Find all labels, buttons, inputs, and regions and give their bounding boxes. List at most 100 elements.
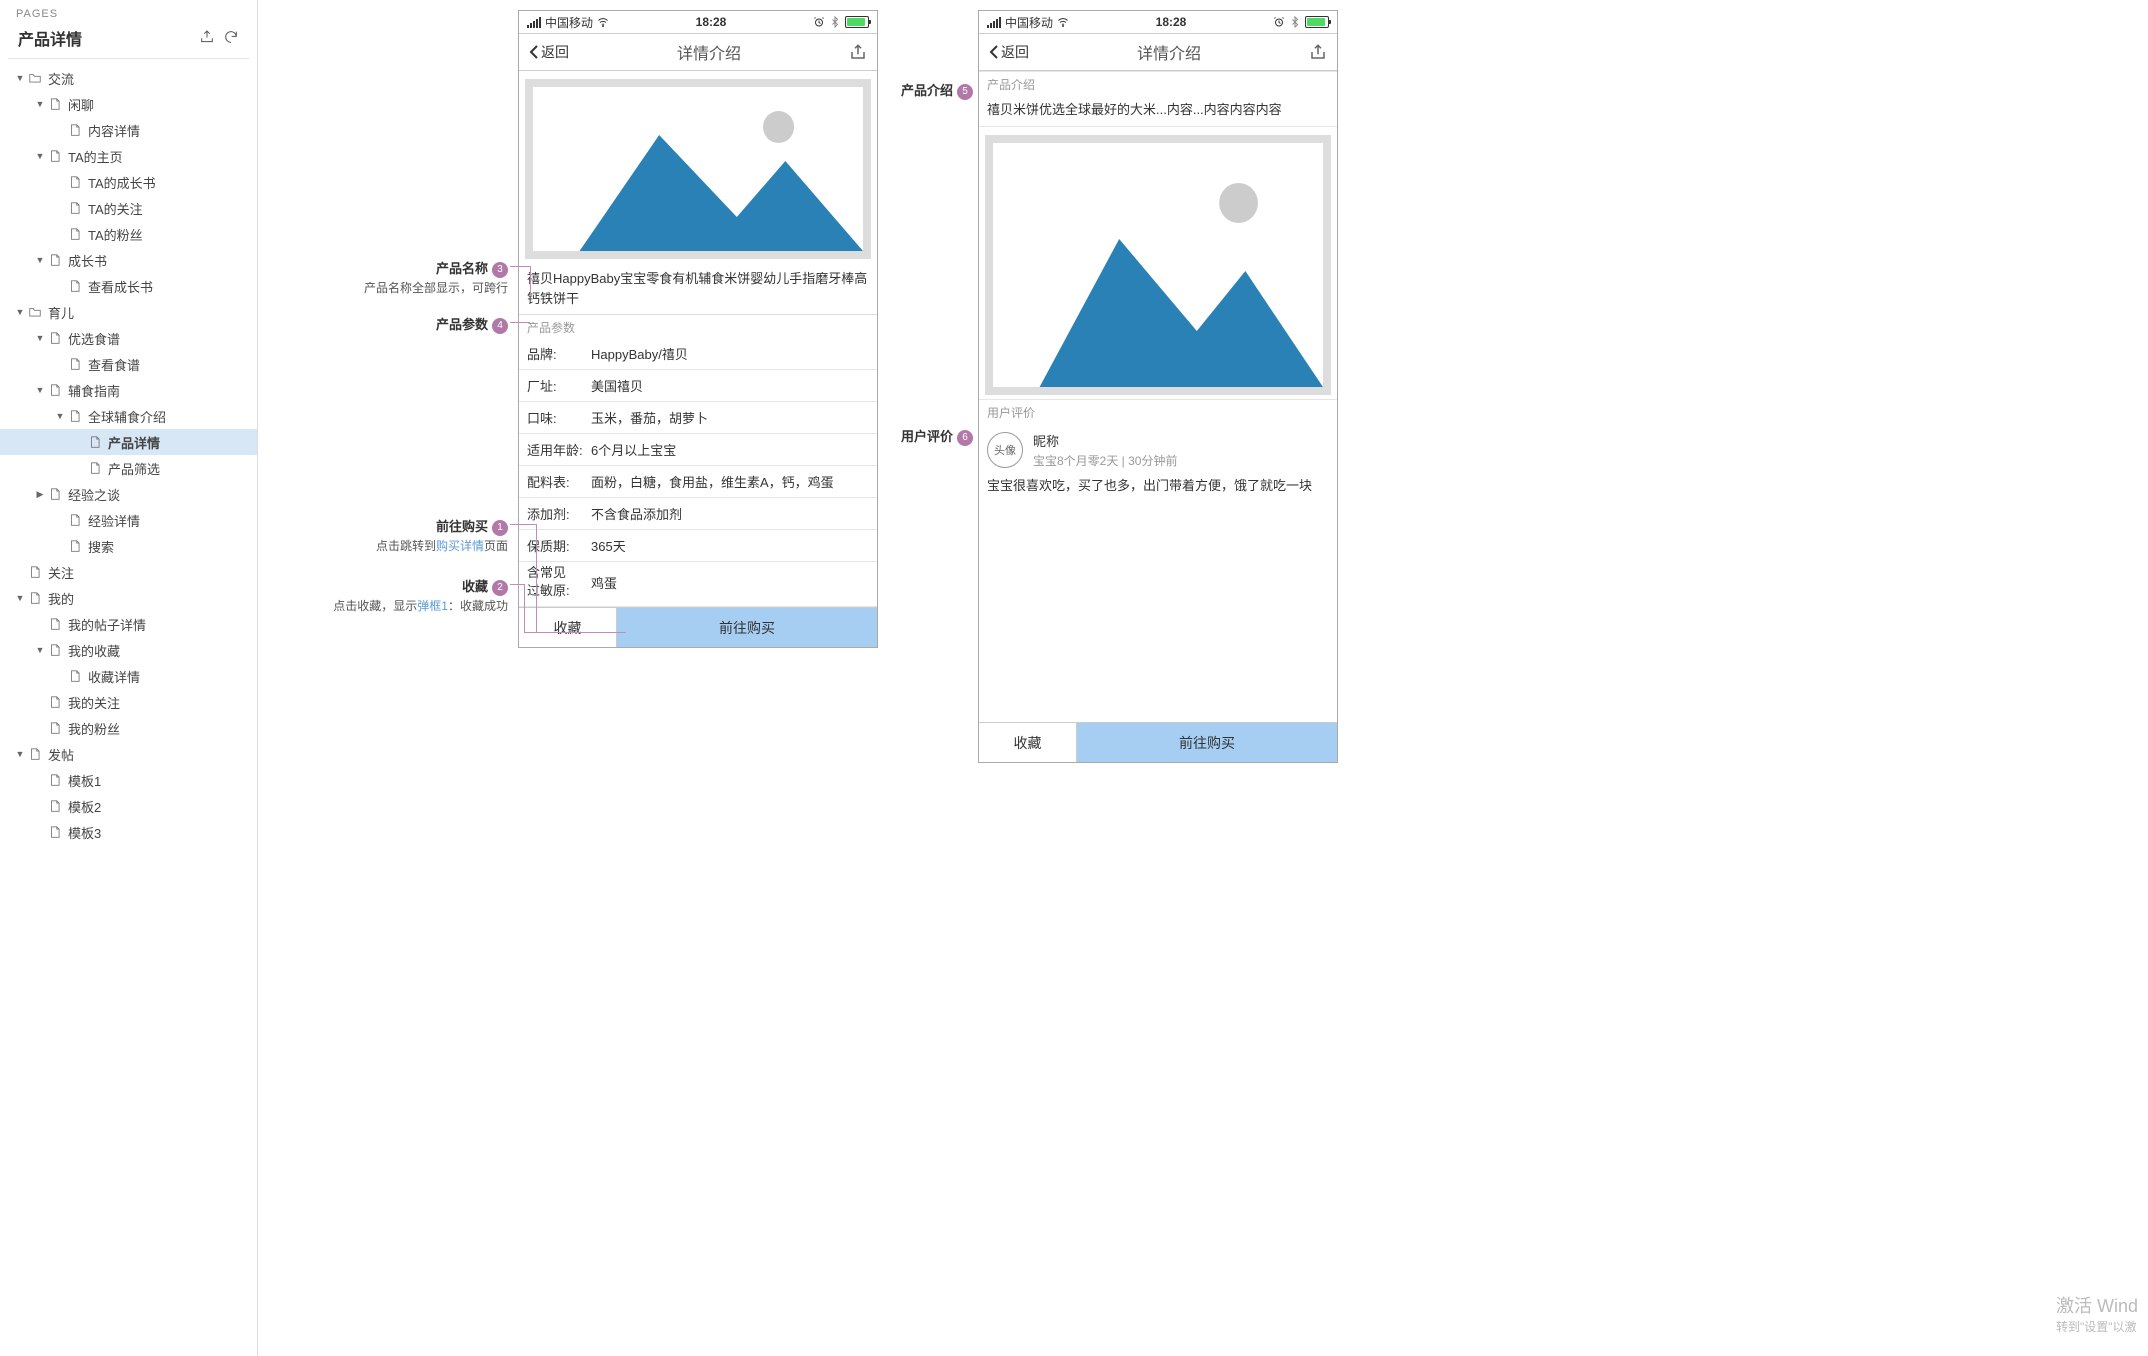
tree-item[interactable]: ▼TA的成长书 — [0, 169, 257, 195]
tree-item[interactable]: ▼关注 — [0, 559, 257, 585]
tree-label: 我的帖子详情 — [68, 615, 146, 634]
tree-label: TA的粉丝 — [88, 225, 143, 244]
tree-item[interactable]: ▼ TA的主页 — [0, 143, 257, 169]
tree-label: 交流 — [48, 69, 74, 88]
param-row: 口味:玉米，番茄，胡萝卜 — [519, 402, 877, 434]
param-row-allergen: 含常见 过敏原: 鸡蛋 — [519, 562, 877, 607]
review-body: 宝宝很喜欢吃，买了也多，出门带着方便，饿了就吃一块 — [987, 469, 1329, 714]
page-icon — [28, 565, 42, 579]
tree-item[interactable]: ▼发帖 — [0, 741, 257, 767]
caret-icon[interactable]: ▼ — [14, 73, 26, 83]
page-icon — [68, 409, 82, 423]
page-icon — [48, 383, 62, 397]
nav-title: 详情介绍 — [677, 40, 741, 64]
tree-item[interactable]: ▼ 交流 — [0, 65, 257, 91]
tree-label: 我的粉丝 — [68, 719, 120, 738]
tree-item[interactable]: ▼模板1 — [0, 767, 257, 793]
tree-item[interactable]: ▶经验之谈 — [0, 481, 257, 507]
caret-icon[interactable]: ▼ — [34, 333, 46, 343]
tree-item[interactable]: ▼TA的粉丝 — [0, 221, 257, 247]
tree-label: TA的成长书 — [88, 173, 156, 192]
tree-item[interactable]: ▼优选食谱 — [0, 325, 257, 351]
caret-icon[interactable]: ▼ — [34, 99, 46, 109]
param-row: 配料表:面粉，白糖，食用盐，维生素A，钙，鸡蛋 — [519, 466, 877, 498]
page-icon — [48, 617, 62, 631]
page-tree: ▼交流▼闲聊▼内容详情▼TA的主页▼TA的成长书▼TA的关注▼TA的粉丝▼成长书… — [0, 59, 257, 1356]
caret-icon[interactable]: ▼ — [54, 411, 66, 421]
tree-item[interactable]: ▼ 闲聊 — [0, 91, 257, 117]
canvas: 中国移动 18:28 返回 详情介绍 — [258, 0, 2148, 1356]
back-button[interactable]: 返回 — [529, 42, 569, 62]
page-icon — [48, 487, 62, 501]
caret-icon[interactable]: ▼ — [14, 749, 26, 759]
product-name: 禧贝HappyBaby宝宝零食有机辅食米饼婴幼儿手指磨牙棒高钙铁饼干 — [519, 263, 877, 315]
favorite-button[interactable]: 收藏 — [519, 608, 617, 647]
tree-item[interactable]: ▼TA的关注 — [0, 195, 257, 221]
tree-item[interactable]: ▼收藏详情 — [0, 663, 257, 689]
share-icon[interactable] — [849, 43, 867, 61]
page-icon — [68, 227, 82, 241]
tree-label: 模板1 — [68, 771, 101, 790]
section-intro-label: 产品介绍 — [979, 71, 1337, 95]
page-icon — [48, 149, 62, 163]
sidebar: PAGES 产品详情 ▼交流▼闲聊▼内容详情▼TA的主页▼TA的成长书▼TA的关… — [0, 0, 258, 1356]
export-icon[interactable] — [199, 29, 215, 48]
wifi-icon — [1057, 16, 1069, 28]
page-icon — [48, 643, 62, 657]
caret-icon[interactable]: ▼ — [34, 151, 46, 161]
tree-item[interactable]: ▼经验详情 — [0, 507, 257, 533]
tree-item[interactable]: ▼查看食谱 — [0, 351, 257, 377]
tree-label: 模板3 — [68, 823, 101, 842]
tree-item[interactable]: ▼模板2 — [0, 793, 257, 819]
annotation-1: 前往购买1 点击跳转到购买详情页面 — [278, 516, 508, 554]
page-icon — [88, 435, 102, 449]
page-icon — [48, 253, 62, 267]
page-icon — [68, 539, 82, 553]
buy-button[interactable]: 前往购买 — [1077, 723, 1337, 762]
status-bar: 中国移动 18:28 — [979, 11, 1337, 33]
tree-label: 育儿 — [48, 303, 74, 322]
caret-icon[interactable]: ▼ — [34, 255, 46, 265]
tree-item[interactable]: ▼模板3 — [0, 819, 257, 845]
tree-item[interactable]: ▼我的 — [0, 585, 257, 611]
windows-watermark: 激活 Wind 转到"设置"以激 — [2056, 1294, 2138, 1336]
caret-icon[interactable]: ▼ — [34, 645, 46, 655]
tree-item[interactable]: ▼搜索 — [0, 533, 257, 559]
page-icon — [48, 331, 62, 345]
alarm-icon — [1273, 16, 1285, 28]
tree-item[interactable]: ▼我的收藏 — [0, 637, 257, 663]
tree-item[interactable]: ▼我的关注 — [0, 689, 257, 715]
tree-item[interactable]: ▼我的帖子详情 — [0, 611, 257, 637]
intro-text: 禧贝米饼优选全球最好的大米...内容...内容内容内容 — [979, 95, 1337, 127]
tree-item[interactable]: ▼成长书 — [0, 247, 257, 273]
folder-icon — [28, 71, 42, 85]
tree-label: 模板2 — [68, 797, 101, 816]
tree-label: TA的主页 — [68, 147, 123, 166]
tree-label: 查看食谱 — [88, 355, 140, 374]
share-icon[interactable] — [1309, 43, 1327, 61]
tree-item[interactable]: ▼ 育儿 — [0, 299, 257, 325]
tree-item[interactable]: ▼产品筛选 — [0, 455, 257, 481]
annotation-6: 用户评价6 — [893, 426, 973, 446]
refresh-icon[interactable] — [223, 29, 239, 48]
param-row: 保质期:365天 — [519, 530, 877, 562]
page-icon — [48, 97, 62, 111]
tree-item[interactable]: ▼查看成长书 — [0, 273, 257, 299]
tree-label: 产品详情 — [108, 433, 160, 452]
tree-item[interactable]: ▼全球辅食介绍 — [0, 403, 257, 429]
back-button[interactable]: 返回 — [989, 42, 1029, 62]
tree-label: 内容详情 — [88, 121, 140, 140]
caret-icon[interactable]: ▼ — [14, 307, 26, 317]
section-params-label: 产品参数 — [519, 315, 877, 338]
caret-icon[interactable]: ▼ — [34, 385, 46, 395]
status-bar: 中国移动 18:28 — [519, 11, 877, 33]
buy-button[interactable]: 前往购买 — [617, 608, 877, 647]
tree-item[interactable]: ▼辅食指南 — [0, 377, 257, 403]
caret-icon[interactable]: ▼ — [14, 593, 26, 603]
tree-item[interactable]: ▼内容详情 — [0, 117, 257, 143]
tree-label: 闲聊 — [68, 95, 94, 114]
favorite-button[interactable]: 收藏 — [979, 723, 1077, 762]
tree-item[interactable]: ▼产品详情 — [0, 429, 257, 455]
tree-item[interactable]: ▼我的粉丝 — [0, 715, 257, 741]
caret-icon[interactable]: ▶ — [34, 489, 46, 500]
